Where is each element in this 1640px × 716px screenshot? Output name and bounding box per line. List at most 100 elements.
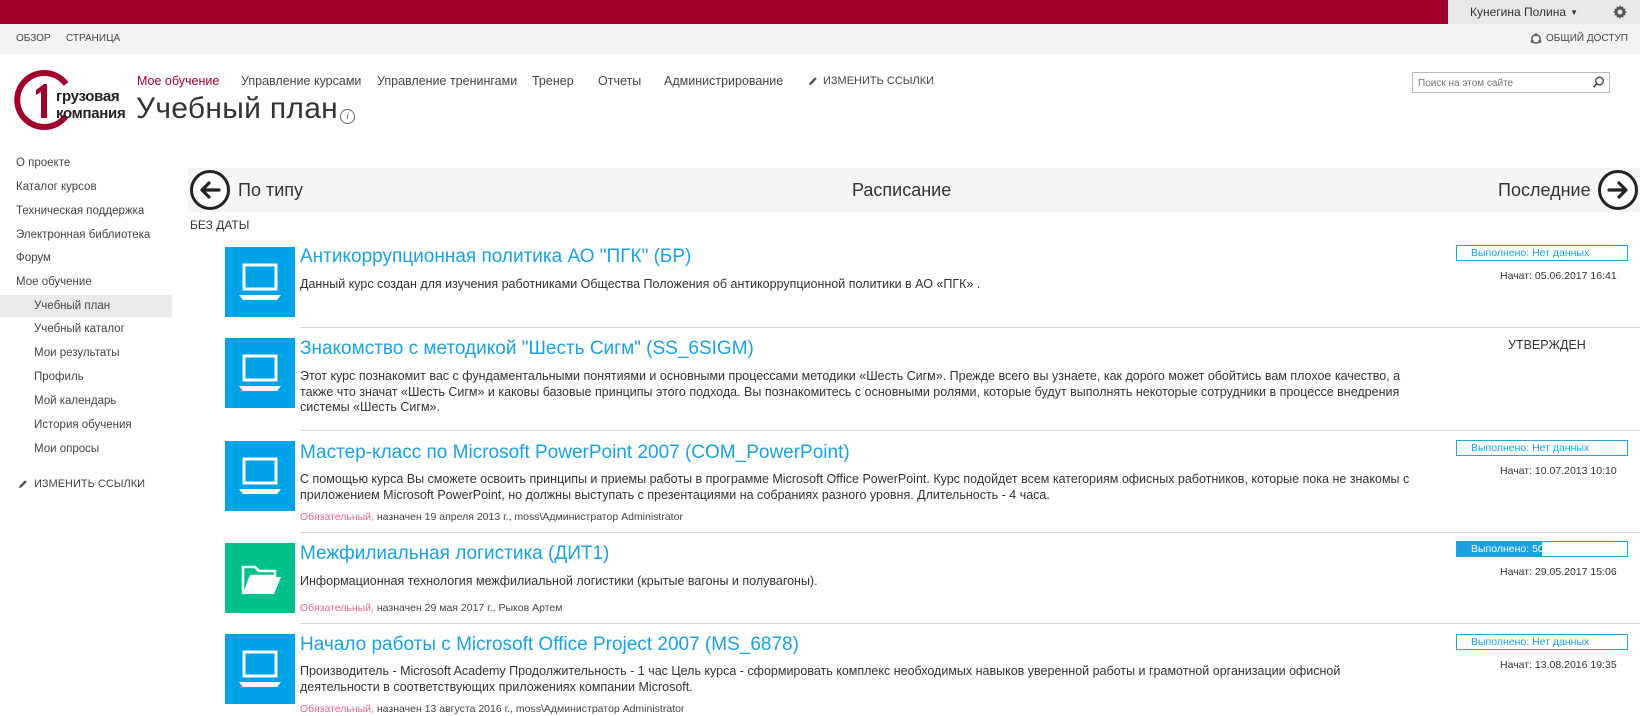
topnav-course-management[interactable]: Управление курсами (241, 74, 361, 88)
leftnav-my-surveys[interactable]: Мои опросы (34, 443, 99, 455)
status-text: Выполнено: Нет данных (1471, 636, 1590, 648)
leftnav-my-calendar[interactable]: Мой календарь (34, 395, 116, 407)
course-title[interactable]: Межфилиальная логистика (ДИТ1) (300, 543, 609, 565)
course-title[interactable]: Знакомство с методикой "Шесть Сигм" (SS_… (300, 338, 754, 360)
share-label: ОБЩИЙ ДОСТУП (1546, 33, 1628, 44)
divider (300, 327, 1640, 328)
required-label: Обязательный, (300, 602, 374, 614)
page-title: Учебный план (136, 92, 339, 125)
leftnav-my-results[interactable]: Мои результаты (34, 347, 120, 359)
group-header: БЕЗ ДАТЫ (190, 218, 250, 232)
edit-links-top[interactable]: ИЗМЕНИТЬ ССЫЛКИ (808, 75, 934, 87)
start-date: Начат: 10.07.2013 10:10 (1500, 465, 1617, 477)
edit-links-label: ИЗМЕНИТЬ ССЫЛКИ (823, 75, 935, 87)
leftnav-learning-history[interactable]: История обучения (34, 419, 132, 431)
course-description: Производитель - Microsoft Academy Продол… (300, 664, 1341, 694)
divider (300, 623, 1640, 624)
user-name: Кунегина Полина (1470, 5, 1567, 19)
course-thumbnail[interactable] (225, 543, 295, 613)
divider (300, 430, 1640, 431)
topnav-training-management[interactable]: Управление тренингами (377, 74, 517, 88)
course-assignment: Обязательный, назначен 19 апреля 2013 г.… (300, 511, 683, 523)
approved-status: УТВЕРЖДЕН (1508, 338, 1586, 352)
pencil-icon (19, 480, 27, 488)
start-date: Начат: 29.05.2017 15:06 (1500, 566, 1617, 578)
laptop-icon (239, 457, 281, 494)
edit-links-left[interactable]: ИЗМЕНИТЬ ССЫЛКИ (18, 478, 145, 490)
laptop-icon (239, 650, 281, 687)
arrow-right-icon (1607, 181, 1628, 199)
prev-sort-button[interactable] (190, 170, 230, 210)
user-menu[interactable]: Кунегина Полина ▼ (1448, 0, 1600, 24)
laptop-icon (239, 263, 281, 300)
arrow-left-icon (200, 181, 221, 199)
suite-bar (0, 0, 1640, 24)
course-thumbnail[interactable] (225, 338, 295, 408)
leftnav-library[interactable]: Электронная библиотека (16, 229, 150, 241)
topnav-trainer[interactable]: Тренер (532, 74, 574, 88)
assigned-info: назначен 13 августа 2016 г., moss\Админи… (373, 703, 685, 715)
status-progress: Выполнено: Нет данных (1456, 440, 1628, 456)
status-progress: Выполнено: Нет данных (1456, 245, 1628, 261)
sort-by-type[interactable]: По типу (238, 180, 303, 201)
course-thumbnail[interactable] (225, 441, 295, 511)
leftnav-support[interactable]: Техническая поддержка (16, 205, 144, 217)
logo-line2: компания (56, 105, 126, 122)
topnav-reports[interactable]: Отчеты (598, 74, 641, 88)
leftnav-course-catalog[interactable]: Каталог курсов (16, 181, 97, 193)
course-description: Информационная технология межфилиальной … (300, 574, 818, 588)
share-button[interactable]: ОБЩИЙ ДОСТУП (1530, 24, 1628, 54)
settings-button[interactable] (1600, 0, 1640, 24)
chevron-down-icon: ▼ (1570, 7, 1578, 17)
site-logo[interactable]: грузовая компания (14, 70, 126, 130)
status-text: Выполнено: 50% (1471, 543, 1554, 555)
status-text: Выполнено: Нет данных (1471, 247, 1590, 259)
laptop-icon (239, 354, 281, 391)
required-label: Обязательный, (300, 511, 374, 523)
status-text: Выполнено: Нет данных (1471, 442, 1590, 454)
tab-page[interactable]: СТРАНИЦА (66, 24, 120, 54)
sort-recent[interactable]: Последние (1498, 180, 1591, 201)
search-button[interactable] (1590, 74, 1607, 91)
leftnav-forum[interactable]: Форум (16, 252, 51, 264)
course-title[interactable]: Начало работы с Microsoft Office Project… (300, 634, 799, 656)
leftnav-my-learning[interactable]: Мое обучение (16, 276, 92, 288)
folder-icon (241, 565, 281, 595)
start-date: Начат: 13.08.2016 19:35 (1500, 659, 1617, 671)
pencil-icon (809, 77, 817, 85)
divider (300, 532, 1640, 533)
leftnav-about[interactable]: О проекте (16, 157, 70, 169)
sort-schedule[interactable]: Расписание (852, 180, 951, 201)
start-date: Начат: 05.06.2017 16:41 (1500, 270, 1617, 282)
leftnav-profile[interactable]: Профиль (34, 371, 84, 383)
edit-links-label: ИЗМЕНИТЬ ССЫЛКИ (34, 478, 146, 490)
logo-line1: грузовая (56, 88, 120, 105)
search-input[interactable] (1413, 74, 1593, 93)
next-sort-button[interactable] (1598, 170, 1638, 210)
search-box (1412, 72, 1610, 93)
status-progress: Выполнено: Нет данных (1456, 634, 1628, 650)
course-description: Этот курс познакомит вас с фундаментальн… (300, 369, 1401, 414)
leftnav-learning-plan[interactable]: Учебный план (34, 300, 110, 312)
required-label: Обязательный, (300, 703, 374, 715)
course-assignment: Обязательный, назначен 13 августа 2016 г… (300, 703, 684, 715)
leftnav-learning-catalog[interactable]: Учебный каталог (34, 323, 125, 335)
gear-icon (1613, 5, 1627, 19)
ribbon: ОБЗОР СТРАНИЦА ОБЩИЙ ДОСТУП (0, 24, 1640, 54)
assigned-info: назначен 29 мая 2017 г., Рыков Артем (373, 602, 563, 614)
course-assignment: Обязательный, назначен 29 мая 2017 г., Р… (300, 602, 562, 614)
course-thumbnail[interactable] (225, 247, 295, 317)
share-icon (1530, 33, 1542, 44)
course-description: С помощью курса Вы сможете освоить принц… (300, 472, 1410, 502)
info-icon[interactable]: i (340, 109, 355, 124)
course-thumbnail[interactable] (225, 634, 295, 704)
topnav-administration[interactable]: Администрирование (664, 74, 783, 88)
course-title[interactable]: Мастер-класс по Microsoft PowerPoint 200… (300, 442, 850, 464)
assigned-info: назначен 19 апреля 2013 г., moss\Админис… (373, 511, 683, 523)
tab-overview[interactable]: ОБЗОР (16, 24, 51, 54)
status-progress: Выполнено: 50% (1456, 541, 1628, 557)
course-title[interactable]: Антикоррупционная политика АО "ПГК" (БР) (300, 246, 691, 268)
topnav-my-learning[interactable]: Мое обучение (137, 74, 219, 88)
course-description: Данный курс создан для изучения работник… (300, 277, 981, 291)
search-icon (1592, 76, 1604, 88)
